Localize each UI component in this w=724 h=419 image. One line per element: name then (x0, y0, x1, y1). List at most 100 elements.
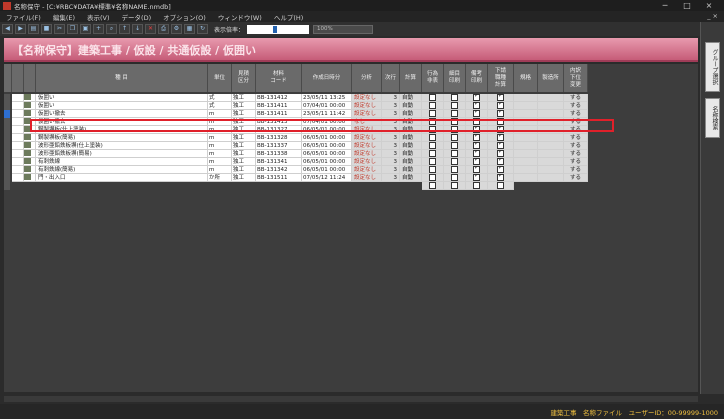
breakdown-cell[interactable]: する (564, 94, 588, 102)
calc-cell[interactable]: 自動 (400, 166, 422, 174)
analysis-cell[interactable]: 設定なし (352, 134, 382, 142)
kubun-cell[interactable]: 独工 (232, 110, 256, 118)
analysis-cell[interactable]: 設定なし (352, 142, 382, 150)
unit-cell[interactable]: か所 (208, 174, 232, 182)
row-marker[interactable] (4, 102, 10, 110)
breakdown-cell[interactable]: する (564, 102, 588, 110)
table-row[interactable]: 有刺鉄線(簡易) m 独工 BB-131342 06/05/01 00:00 設定なし 3 自… (4, 166, 698, 174)
kubun-cell[interactable]: 独工 (232, 150, 256, 158)
kubun-cell[interactable]: 独工 (232, 102, 256, 110)
row-checkbox[interactable] (451, 126, 458, 133)
row-checkbox[interactable] (451, 182, 458, 189)
maker-cell[interactable] (538, 166, 564, 174)
calc-cell[interactable]: 自動 (400, 142, 422, 150)
item-name-cell[interactable]: 鋼製塀板(仕上塗装) (36, 126, 208, 134)
row-checkbox[interactable] (473, 158, 480, 165)
row-checkbox[interactable] (497, 110, 504, 117)
maker-cell[interactable] (538, 174, 564, 182)
header-maker[interactable]: 製造所 (538, 64, 564, 92)
row-checkbox[interactable] (429, 126, 436, 133)
unit-cell[interactable]: m (208, 166, 232, 174)
move-up-icon[interactable]: ↑ (119, 24, 130, 34)
forward-icon[interactable]: ▶ (15, 24, 26, 34)
breakdown-cell[interactable]: する (564, 110, 588, 118)
calc-cell[interactable]: 自動 (400, 174, 422, 182)
maker-cell[interactable] (538, 94, 564, 102)
row-marker[interactable] (4, 158, 10, 166)
item-name-cell[interactable]: 仮囲い (36, 94, 208, 102)
analysis-cell[interactable]: 設定なし (352, 174, 382, 182)
row-checkbox[interactable] (429, 182, 436, 189)
next-row-cell[interactable]: 3 (382, 142, 400, 150)
row-checkbox[interactable] (451, 174, 458, 181)
row-checkbox[interactable] (429, 158, 436, 165)
item-name-cell[interactable]: 有刺鉄線(簡易) (36, 166, 208, 174)
print-icon[interactable]: ⎙ (158, 24, 169, 34)
header-note-print[interactable]: 備考 印刷 (466, 64, 488, 92)
row-marker[interactable] (4, 94, 10, 102)
calc-cell[interactable]: 自動 (400, 150, 422, 158)
table-row[interactable]: 仮囲い式独工BB-13141107/04/01 00:00設定なし3自動 する (4, 102, 698, 110)
next-row-cell[interactable]: 3 (382, 118, 400, 126)
analysis-cell[interactable]: 設定なし (352, 102, 382, 110)
row-checkbox[interactable] (451, 102, 458, 109)
spec-cell[interactable] (514, 150, 538, 158)
spec-cell[interactable] (514, 174, 538, 182)
analysis-cell[interactable]: 設定なし (352, 150, 382, 158)
table-row[interactable]: 波形亜鉛鉄板塀(簡易) m 独工 BB-131338 06/05/01 00:00 設定な… (4, 150, 698, 158)
row-checkbox[interactable] (497, 158, 504, 165)
row-checkbox[interactable] (451, 134, 458, 141)
next-row-cell[interactable]: 3 (382, 174, 400, 182)
maker-cell[interactable] (538, 126, 564, 134)
kubun-cell[interactable]: 独工 (232, 158, 256, 166)
table-row[interactable]: 仮囲い撤去m独工BB-13141123/05/11 11:42設定なし3自動 する (4, 110, 698, 118)
next-row-cell[interactable]: 3 (382, 110, 400, 118)
menu-view[interactable]: 表示(V) (81, 12, 116, 22)
table-row[interactable]: 波形亜鉛鉄板塀(仕上塗装) m 独工 BB-131337 06/05/01 00:00 設… (4, 142, 698, 150)
unit-cell[interactable]: m (208, 110, 232, 118)
table-row-empty[interactable] (4, 182, 698, 190)
row-checkbox[interactable] (473, 94, 480, 101)
copy-icon[interactable]: ❐ (67, 24, 78, 34)
row-checkbox[interactable] (473, 126, 480, 133)
row-checkbox[interactable] (497, 166, 504, 173)
grid-icon[interactable]: ▦ (184, 24, 195, 34)
unit-cell[interactable]: m (208, 134, 232, 142)
row-checkbox[interactable] (497, 142, 504, 149)
row-checkbox[interactable] (497, 102, 504, 109)
row-checkbox[interactable] (497, 118, 504, 125)
next-row-cell[interactable]: 3 (382, 158, 400, 166)
material-code-cell[interactable]: BB-131337 (256, 142, 302, 150)
next-row-cell[interactable]: 3 (382, 166, 400, 174)
breakdown-cell[interactable]: する (564, 150, 588, 158)
tab-group-select[interactable]: グループ選択 (705, 42, 720, 92)
material-code-cell[interactable]: BB-131511 (256, 174, 302, 182)
item-name-cell[interactable]: 波形亜鉛鉄板塀(簡易) (36, 150, 208, 158)
row-checkbox[interactable] (429, 150, 436, 157)
menu-options[interactable]: オプション(O) (157, 12, 212, 22)
header-detail-print[interactable]: 細目 印刷 (444, 64, 466, 92)
table-row[interactable]: 仮囲い式独工BB-13141223/05/11 13:25設定なし3自動 する (4, 94, 698, 102)
next-row-cell[interactable]: 3 (382, 150, 400, 158)
breakdown-cell[interactable]: する (564, 134, 588, 142)
maker-cell[interactable] (538, 150, 564, 158)
row-marker[interactable] (4, 166, 10, 174)
unit-cell[interactable]: m (208, 118, 232, 126)
header-spec[interactable]: 規格 (514, 64, 538, 92)
row-checkbox[interactable] (497, 182, 504, 189)
analysis-cell[interactable]: 設定なし (352, 166, 382, 174)
spec-cell[interactable] (514, 134, 538, 142)
spec-cell[interactable] (514, 102, 538, 110)
tab-name-search[interactable]: 名称検索 (705, 98, 720, 138)
material-code-cell[interactable]: BB-131412 (256, 94, 302, 102)
material-code-cell[interactable]: BB-131328 (256, 134, 302, 142)
header-analysis[interactable]: 分析 (352, 64, 382, 92)
material-code-cell[interactable]: BB-131413 (256, 118, 302, 126)
calc-cell[interactable]: 自動 (400, 118, 422, 126)
breakdown-cell[interactable]: する (564, 166, 588, 174)
maker-cell[interactable] (538, 110, 564, 118)
header-hide[interactable]: 行為 非表 (422, 64, 444, 92)
maximize-button[interactable]: □ (676, 0, 698, 11)
item-name-cell[interactable]: 有刺鉄線 (36, 158, 208, 166)
unit-cell[interactable]: m (208, 150, 232, 158)
